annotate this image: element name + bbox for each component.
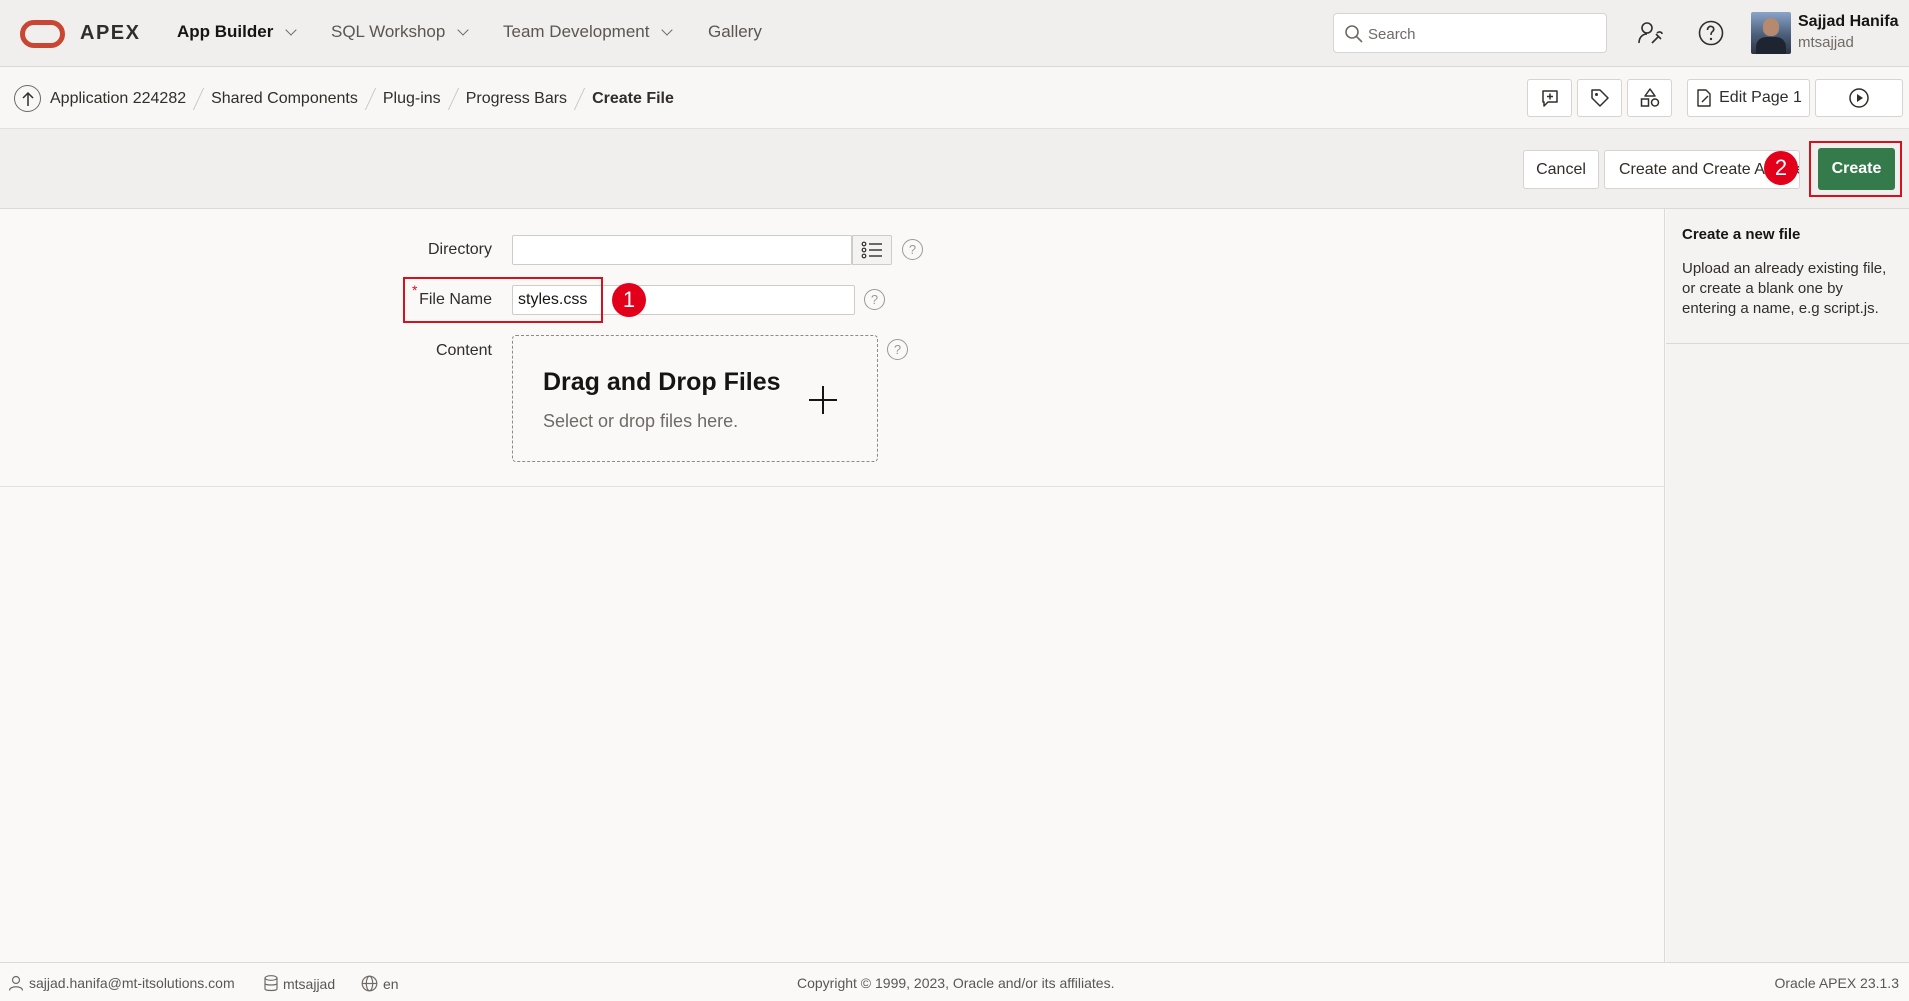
directory-help-icon[interactable]: ? [902, 239, 923, 260]
user-id: mtsajjad [1798, 34, 1854, 51]
edit-page-button[interactable]: Edit Page 1 [1687, 79, 1810, 117]
nav-team-development[interactable]: Team Development [503, 22, 674, 42]
edit-page-label: Edit Page 1 [1719, 89, 1802, 106]
search-input[interactable] [1368, 23, 1598, 45]
globe-icon [361, 975, 378, 992]
nav-gallery-label: Gallery [708, 22, 762, 41]
feedback-button[interactable] [1527, 79, 1572, 117]
play-icon [1849, 88, 1869, 108]
divider [0, 486, 1665, 487]
help-panel-title: Create a new file [1682, 226, 1801, 243]
file-name-help-icon[interactable]: ? [864, 289, 885, 310]
nav-sql-workshop[interactable]: SQL Workshop [331, 22, 469, 42]
cancel-button[interactable]: Cancel [1523, 150, 1599, 189]
help-panel: Create a new file Upload an already exis… [1666, 209, 1909, 962]
nav-gallery[interactable]: Gallery [708, 22, 762, 42]
breadcrumb-progress-bars[interactable]: Progress Bars [466, 90, 567, 108]
breadcrumb-plug-ins[interactable]: Plug-ins [383, 90, 441, 108]
directory-label: Directory [427, 241, 492, 258]
breadcrumb-separator [192, 88, 205, 110]
step-marker-2: 2 [1764, 151, 1798, 185]
chevron-down-icon [285, 23, 298, 36]
main-region: Directory ? * File Name 1 ? Content Drag… [0, 209, 1665, 962]
breadcrumb: Application 224282 Shared Components Plu… [50, 88, 674, 110]
footer-schema: mtsajjad [264, 975, 335, 992]
arrow-up-icon[interactable] [14, 85, 41, 112]
divider [1666, 343, 1909, 344]
highlight-box [403, 277, 603, 323]
breadcrumb-separator [573, 88, 586, 110]
directory-field[interactable] [512, 235, 852, 265]
user-icon [8, 975, 24, 991]
breadcrumb-bar: Application 224282 Shared Components Plu… [0, 67, 1909, 129]
file-dropzone[interactable]: Drag and Drop Files Select or drop files… [512, 335, 878, 462]
comment-add-icon [1541, 90, 1558, 107]
page-edit-icon [1697, 89, 1711, 107]
search-box[interactable] [1333, 13, 1607, 53]
footer-email: sajjad.hanifa@mt-itsolutions.com [29, 975, 235, 991]
footer-copyright: Copyright © 1999, 2023, Oracle and/or it… [797, 975, 1115, 991]
highlight-box [1809, 141, 1902, 197]
top-bar: APEX App Builder SQL Workshop Team Devel… [0, 0, 1909, 67]
dropzone-subtitle: Select or drop files here. [543, 411, 739, 431]
tag-button[interactable] [1577, 79, 1622, 117]
breadcrumb-separator [447, 88, 459, 110]
nav-app-builder[interactable]: App Builder [177, 22, 298, 42]
footer-user: sajjad.hanifa@mt-itsolutions.com [8, 975, 235, 991]
tag-icon [1590, 89, 1609, 107]
chevron-down-icon [661, 23, 674, 36]
list-icon [861, 241, 882, 259]
run-page-button[interactable] [1815, 79, 1903, 117]
footer: sajjad.hanifa@mt-itsolutions.com mtsajja… [0, 962, 1909, 1001]
shapes-icon [1640, 88, 1659, 107]
nav-sql-workshop-label: SQL Workshop [331, 22, 446, 41]
footer-language-code: en [383, 975, 399, 992]
oracle-logo-icon[interactable] [20, 20, 65, 48]
user-name[interactable]: Sajjad Hanifa [1798, 13, 1898, 31]
chevron-down-icon [457, 23, 469, 36]
breadcrumb-current: Create File [592, 90, 674, 107]
footer-language[interactable]: en [361, 975, 399, 992]
database-icon [264, 975, 278, 992]
search-icon [1345, 25, 1363, 43]
avatar[interactable] [1751, 12, 1791, 54]
help-icon[interactable] [1694, 16, 1728, 50]
shared-components-button[interactable] [1627, 79, 1672, 117]
nav-team-development-label: Team Development [503, 22, 650, 41]
breadcrumb-separator [364, 88, 377, 110]
dropzone-title: Drag and Drop Files [543, 368, 781, 396]
nav-app-builder-label: App Builder [177, 22, 274, 41]
breadcrumb-shared-components[interactable]: Shared Components [211, 90, 358, 108]
footer-schema-name: mtsajjad [283, 975, 336, 992]
directory-list-button[interactable] [852, 235, 892, 265]
avatar-body [1756, 37, 1786, 54]
administration-icon[interactable] [1633, 16, 1667, 50]
action-bar: Cancel Create and Create Another Create … [0, 129, 1909, 209]
step-marker-1: 1 [612, 283, 646, 317]
footer-version: Oracle APEX 23.1.3 [1774, 975, 1899, 991]
avatar-head [1763, 18, 1779, 36]
brand-name[interactable]: APEX [80, 22, 140, 45]
help-panel-text: Upload an already existing file, or crea… [1682, 260, 1887, 317]
content-label: Content [435, 342, 492, 359]
content-help-icon[interactable]: ? [887, 339, 908, 360]
plus-icon [809, 386, 837, 414]
breadcrumb-application[interactable]: Application 224282 [50, 90, 186, 108]
